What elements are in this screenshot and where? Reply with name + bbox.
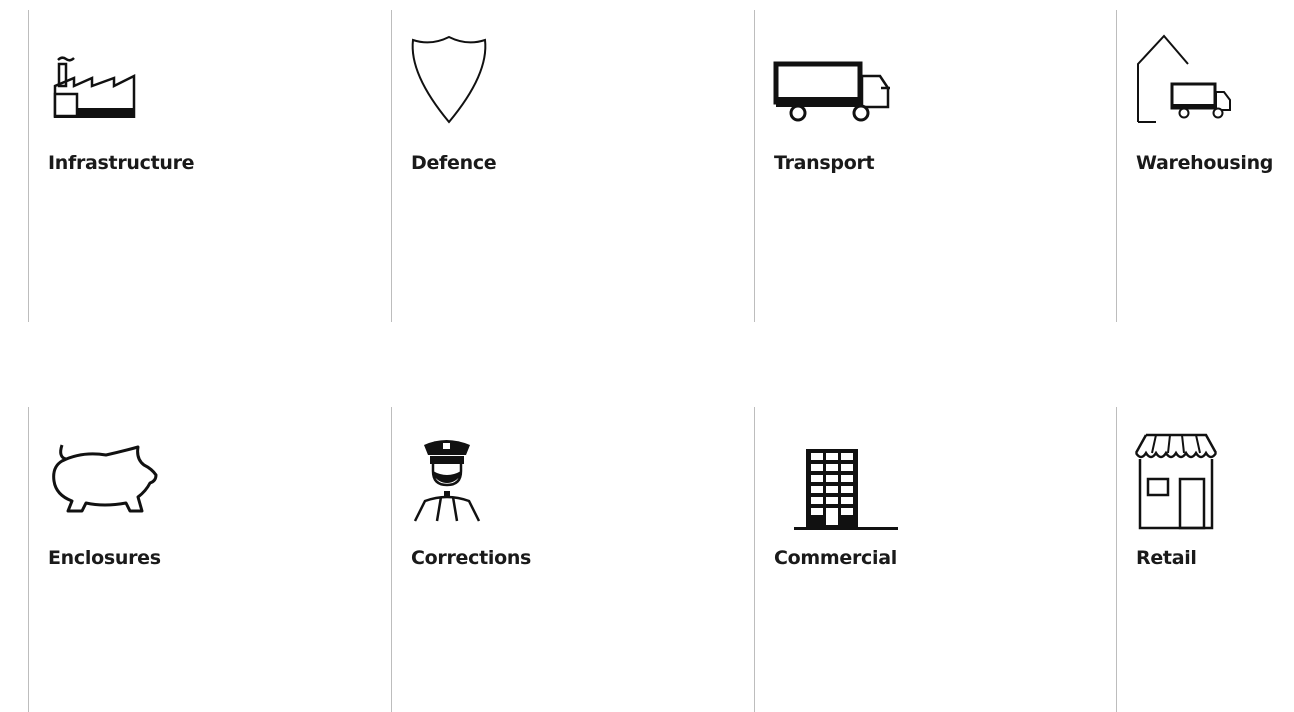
warehouse-icon: [1136, 34, 1236, 124]
factory-icon: [48, 34, 148, 124]
sector-card-enclosures[interactable]: Enclosures: [28, 407, 391, 712]
sector-card-transport[interactable]: Transport: [754, 10, 1117, 322]
sector-grid: Infrastructure Defence Transport Warehou…: [28, 10, 1294, 712]
sector-label: Enclosures: [48, 547, 161, 569]
sector-card-infrastructure[interactable]: Infrastructure: [28, 10, 391, 322]
sector-label: Warehousing: [1136, 152, 1274, 174]
sector-label: Transport: [774, 152, 875, 174]
sector-label: Retail: [1136, 547, 1197, 569]
pig-icon: [48, 431, 158, 521]
sector-card-defence[interactable]: Defence: [391, 10, 754, 322]
storefront-icon: [1134, 431, 1236, 530]
sector-label: Corrections: [411, 547, 532, 569]
truck-icon: [773, 34, 890, 124]
sector-card-warehousing[interactable]: Warehousing: [1116, 10, 1294, 322]
sector-label: Defence: [411, 152, 497, 174]
sector-card-retail[interactable]: Retail: [1116, 407, 1294, 712]
sector-label: Infrastructure: [48, 152, 195, 174]
shield-icon: [411, 34, 511, 124]
office-building-icon: [774, 431, 898, 530]
sector-label: Commercial: [774, 547, 897, 569]
officer-icon: [411, 431, 511, 522]
sector-card-commercial[interactable]: Commercial: [754, 407, 1117, 712]
sector-card-corrections[interactable]: Corrections: [391, 407, 754, 712]
